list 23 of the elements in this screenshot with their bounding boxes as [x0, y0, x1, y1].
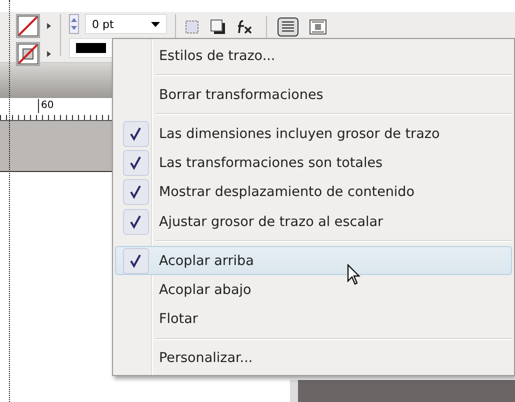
menu-item[interactable]: Borrar transformaciones [115, 80, 512, 110]
caret-icon [151, 22, 160, 26]
menu-item[interactable]: Ajustar grosor de trazo al escalar [115, 206, 512, 236]
menu-item[interactable]: Acoplar arriba [115, 246, 512, 276]
menu-item[interactable]: Personalizar... [115, 344, 512, 373]
menu-item[interactable]: Las transformaciones son totales [115, 148, 512, 178]
wrap-around-icon[interactable] [309, 19, 327, 35]
menu-item[interactable]: Mostrar desplazamiento de contenido [115, 178, 512, 207]
menu-item[interactable]: Las dimensiones incluyen grosor de trazo [115, 119, 512, 149]
ruler-label: 60 [38, 99, 54, 113]
stroke-weight-dropdown[interactable]: 0 pt [85, 14, 167, 34]
text-wrap-icon[interactable] [277, 17, 299, 37]
expand-arrow-icon[interactable] [46, 22, 52, 30]
mouse-pointer-icon [347, 264, 361, 286]
shadow-icon[interactable] [210, 19, 226, 35]
stroke-swatch-icon[interactable] [16, 14, 40, 38]
menu-item[interactable]: Flotar [115, 304, 512, 334]
menu-item[interactable]: Estilos de trazo... [115, 41, 512, 70]
expand-arrow-icon[interactable] [46, 50, 52, 58]
menu-item[interactable]: Acoplar abajo [115, 275, 512, 305]
frame-icon[interactable] [184, 19, 200, 35]
spinner-arrows-icon[interactable] [69, 14, 79, 34]
fill-swatch-icon[interactable] [16, 42, 40, 66]
